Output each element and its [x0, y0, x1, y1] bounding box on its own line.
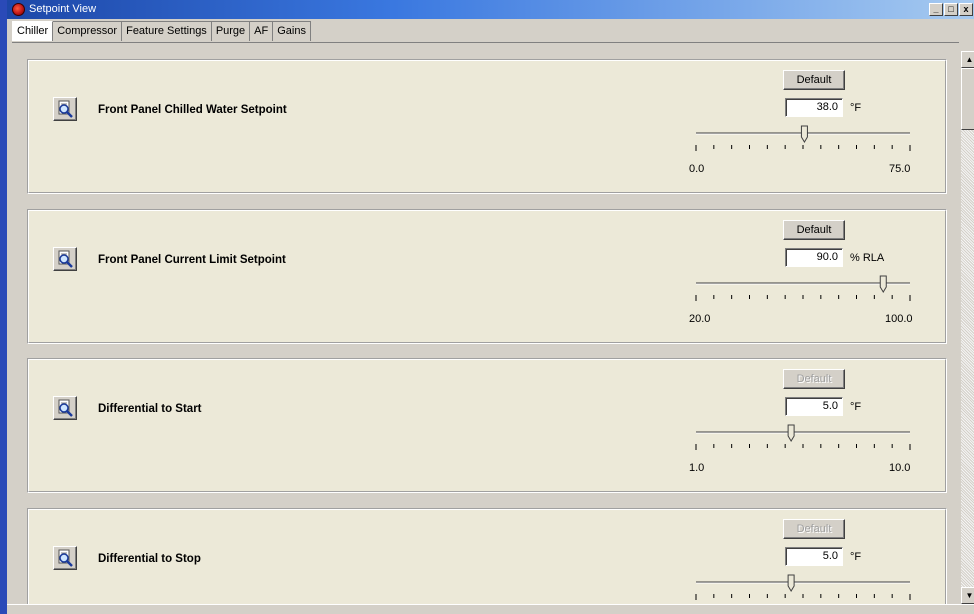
close-button[interactable]: x	[959, 3, 973, 16]
slider-thumb[interactable]	[787, 424, 795, 442]
slider-max-label: 100.0	[885, 313, 913, 325]
setpoint-slider[interactable]	[688, 275, 918, 331]
setpoint-unit: % RLA	[850, 252, 885, 264]
setpoint-view-window: Setpoint View _ □ x Chiller Compressor F…	[7, 0, 974, 614]
setpoint-value-field[interactable]: 90.0	[785, 248, 843, 267]
setpoint-value-field[interactable]: 5.0	[785, 397, 843, 416]
magnifier-info-icon[interactable]	[53, 396, 77, 420]
vertical-scrollbar[interactable]: ▲ ▼	[961, 51, 974, 604]
setpoint-value-field[interactable]: 38.0	[785, 98, 843, 117]
window-title: Setpoint View	[29, 3, 97, 15]
slider-max-label: 10.0	[889, 462, 911, 474]
title-bar[interactable]: Setpoint View _ □ x	[7, 0, 974, 19]
tab-feature-settings[interactable]: Feature Settings	[122, 21, 212, 41]
setpoint-label: Differential to Stop	[98, 553, 201, 565]
tab-chiller[interactable]: Chiller	[12, 21, 54, 41]
scroll-thumb[interactable]	[961, 68, 974, 130]
slider-thumb[interactable]	[787, 574, 795, 592]
scroll-up-icon[interactable]: ▲	[961, 51, 974, 68]
default-button[interactable]: Default	[783, 519, 845, 539]
tab-compressor[interactable]: Compressor	[53, 21, 123, 41]
setpoint-unit: °F	[850, 551, 862, 563]
magnifier-info-icon[interactable]	[53, 97, 77, 121]
tab-af[interactable]: AF	[250, 21, 274, 41]
setpoint-slider[interactable]	[688, 424, 918, 480]
scroll-down-icon[interactable]: ▼	[961, 587, 974, 604]
minimize-button[interactable]: _	[929, 3, 943, 16]
setpoint-panel-differential-stop: Differential to Stop Default 5.0 °F	[27, 508, 947, 604]
setpoint-value-field[interactable]: 5.0	[785, 547, 843, 566]
chiller-app-icon[interactable]	[12, 3, 25, 16]
setpoint-label: Front Panel Chilled Water Setpoint	[98, 104, 287, 116]
slider-min-label: 1.0	[689, 462, 705, 474]
tab-gains[interactable]: Gains	[273, 21, 311, 41]
setpoint-label: Differential to Start	[98, 403, 202, 415]
default-button[interactable]: Default	[783, 70, 845, 90]
magnifier-info-icon[interactable]	[53, 247, 77, 271]
maximize-button[interactable]: □	[944, 3, 958, 16]
slider-max-label: 75.0	[889, 163, 911, 175]
setpoint-list: Front Panel Chilled Water Setpoint Defau…	[12, 42, 959, 604]
setpoint-unit: °F	[850, 102, 862, 114]
setpoint-slider[interactable]	[688, 574, 918, 604]
slider-thumb[interactable]	[800, 125, 808, 143]
left-window-edge	[0, 0, 7, 614]
setpoint-panel-current-limit: Front Panel Current Limit Setpoint Defau…	[27, 209, 947, 344]
tab-strip: Chiller Compressor Feature Settings Purg…	[12, 21, 311, 41]
setpoint-label: Front Panel Current Limit Setpoint	[98, 254, 286, 266]
slider-thumb[interactable]	[879, 275, 887, 293]
tab-purge[interactable]: Purge	[211, 21, 251, 41]
setpoint-panel-chilled-water: Front Panel Chilled Water Setpoint Defau…	[27, 59, 947, 194]
magnifier-info-icon[interactable]	[53, 546, 77, 570]
setpoint-unit: °F	[850, 401, 862, 413]
status-bar	[7, 604, 974, 614]
setpoint-slider[interactable]	[688, 125, 918, 181]
default-button[interactable]: Default	[783, 220, 845, 240]
setpoint-panel-differential-start: Differential to Start Default 5.0 °F 1.0…	[27, 358, 947, 493]
default-button[interactable]: Default	[783, 369, 845, 389]
slider-min-label: 0.0	[689, 163, 705, 175]
slider-min-label: 20.0	[689, 313, 711, 325]
